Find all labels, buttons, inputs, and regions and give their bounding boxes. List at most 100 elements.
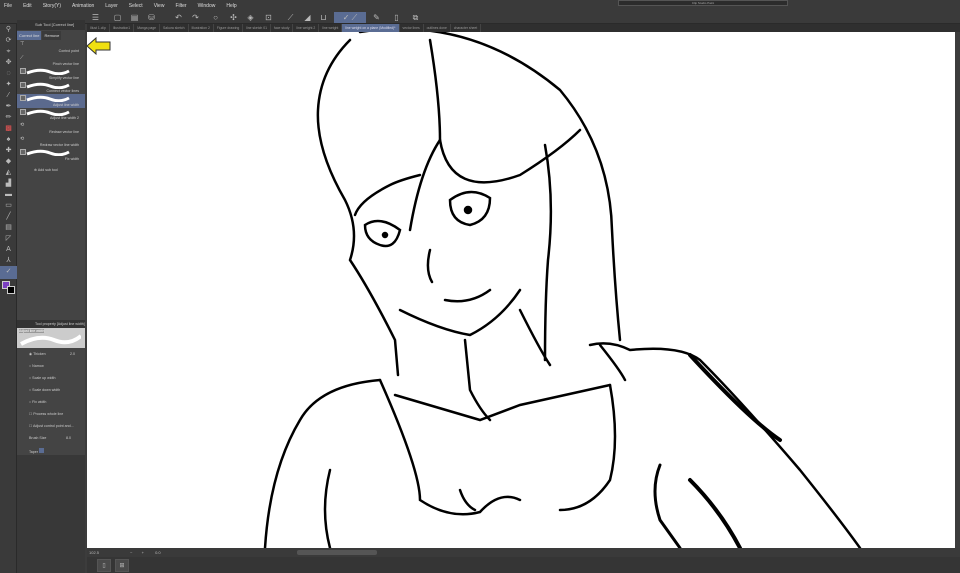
zoom-tool-icon[interactable]: ⚲: [0, 24, 17, 35]
doc-tab[interactable]: face study: [271, 24, 294, 32]
brush-size-field[interactable]: Brush Size 8.0: [17, 436, 85, 448]
doc-tab[interactable]: outlines done: [424, 24, 451, 32]
doc-tab[interactable]: Illust 1.clip: [87, 24, 110, 32]
doc-tab[interactable]: Figure drawing: [214, 24, 244, 32]
zoom-level[interactable]: 102.5: [89, 550, 99, 555]
deselect-icon[interactable]: ○: [210, 12, 221, 23]
subtool-group-correct-line[interactable]: Correct line: [17, 31, 42, 40]
layout-single-icon[interactable]: ▯: [97, 559, 111, 572]
menu-help[interactable]: Help: [226, 3, 236, 9]
ruler-tool-icon[interactable]: ╱: [0, 211, 17, 222]
subtool-item[interactable]: Connect vector lines: [17, 81, 85, 95]
zoom-out-button[interactable]: −: [130, 550, 132, 555]
subtool-item[interactable]: Fix width: [17, 148, 85, 162]
subtool-item[interactable]: ⟋ Pinch vector line: [17, 54, 85, 68]
doc-tab[interactable]: line weight 2: [293, 24, 320, 32]
menu-bar: File Edit Story(Y) Animation Layer Selec…: [0, 0, 960, 11]
pencil-tool-icon[interactable]: ✏: [0, 112, 17, 123]
menu-icon[interactable]: ☰: [90, 12, 101, 23]
option-scale-down[interactable]: ○ Scale down width: [17, 388, 85, 400]
subtool-item-active[interactable]: Adjust line width: [17, 94, 85, 108]
menu-filter[interactable]: Filter: [175, 3, 186, 9]
doc-tab[interactable]: line sketch 01: [243, 24, 271, 32]
operation-tool-icon[interactable]: ⌖: [0, 46, 17, 57]
drawing-canvas[interactable]: [87, 27, 955, 550]
device-icon[interactable]: ▯: [391, 12, 402, 23]
add-subtool-button[interactable]: ⊕ Add sub tool: [17, 162, 85, 172]
subtool-item[interactable]: ⟲ Redraw vector line width: [17, 135, 85, 149]
menu-select[interactable]: Select: [129, 3, 143, 9]
subtool-item[interactable]: ⟲ Redraw vector line: [17, 121, 85, 135]
process-whole-line-checkbox[interactable]: ☐ Process whole line: [17, 412, 85, 424]
auto-select-icon[interactable]: ✦: [0, 79, 17, 90]
option-narrow[interactable]: ○ Narrow: [17, 364, 85, 376]
menu-layer[interactable]: Layer: [105, 3, 118, 9]
menu-edit[interactable]: Edit: [23, 3, 32, 9]
menu-window[interactable]: Window: [198, 3, 216, 9]
document-tabs: Illust 1.clip Illustration1 Manga page S…: [87, 24, 960, 32]
rotate-tool-icon[interactable]: ⟳: [0, 35, 17, 46]
frame-icon[interactable]: ▤: [0, 222, 17, 233]
subtool-item[interactable]: Adjust line width 2: [17, 108, 85, 122]
snap-icon[interactable]: ◢: [302, 12, 313, 23]
menu-animation[interactable]: Animation: [72, 3, 94, 9]
option-thicken[interactable]: ◉ Thicken 2.0: [17, 352, 85, 364]
settings-icon[interactable]: ⧉: [410, 12, 421, 23]
open-icon[interactable]: ▤: [129, 12, 140, 23]
doc-tab[interactable]: character sheet: [451, 24, 482, 32]
menu-view[interactable]: View: [154, 3, 165, 9]
menu-story[interactable]: Story(Y): [43, 3, 61, 9]
decoration-icon[interactable]: ✚: [0, 145, 17, 156]
airbrush-icon[interactable]: ♠: [0, 134, 17, 145]
rotation-angle[interactable]: 0.0: [155, 550, 161, 555]
command-bar: ☰ ▢ ▤ ⛁ ↶ ↷ ○ ✣ ◈ ⊡ ⟋ ◢ ⊔ ✓ ⟋ ✎ ▯ ⧉: [0, 11, 960, 24]
ruler-icon[interactable]: ⟋: [285, 12, 296, 23]
pen-tool-icon[interactable]: ✒: [0, 101, 17, 112]
fill-icon[interactable]: ◈: [245, 12, 256, 23]
figure-icon[interactable]: ▭: [0, 200, 17, 211]
option-scale-up[interactable]: ○ Scale up width: [17, 376, 85, 388]
snap-ruler-toggle[interactable]: ✓ ⟋: [334, 12, 366, 23]
blend-icon[interactable]: ◭: [0, 167, 17, 178]
tool-palette: ⚲ ⟳ ⌖ ✥ ◌ ✦ ⁄ ✒ ✏ ▩ ♠ ✚ ◆ ◭ ▟ ▬ ▭ ╱ ▤ ◸ …: [0, 24, 17, 573]
brush-tool-icon[interactable]: ▩: [0, 123, 17, 134]
doc-tab-active[interactable]: line weight on a plane (Modified)*: [342, 24, 400, 32]
fill-tool-icon[interactable]: ▟: [0, 178, 17, 189]
eyedropper-icon[interactable]: ⁄: [0, 90, 17, 101]
color-swatches[interactable]: [0, 279, 16, 299]
sub-color-swatch[interactable]: [7, 286, 15, 294]
lasso-tool-icon[interactable]: ◌: [0, 68, 17, 79]
subtool-item[interactable]: ⊤ Control point: [17, 40, 85, 54]
transform-icon[interactable]: ⊡: [263, 12, 274, 23]
pen-pressure-icon[interactable]: ✎: [371, 12, 382, 23]
pointer-arrow-icon: [86, 37, 111, 55]
correct-line-tool-icon[interactable]: ✓: [0, 266, 17, 279]
status-bar: 102.5 − + 0.0: [87, 548, 960, 557]
doc-tab[interactable]: vector lines: [400, 24, 424, 32]
gradient-icon[interactable]: ▬: [0, 189, 17, 200]
balloon-icon[interactable]: ◸: [0, 233, 17, 244]
eraser-icon[interactable]: ◆: [0, 156, 17, 167]
doc-tab[interactable]: Manga page: [134, 24, 161, 32]
option-fix-width[interactable]: ○ Fix width: [17, 400, 85, 412]
redo-icon[interactable]: ↷: [190, 12, 201, 23]
line-correction-icon[interactable]: ⅄: [0, 255, 17, 266]
zoom-in-button[interactable]: +: [142, 550, 144, 555]
undo-icon[interactable]: ↶: [173, 12, 184, 23]
text-tool-icon[interactable]: A: [0, 244, 17, 255]
doc-tab[interactable]: Illustration 2: [189, 24, 214, 32]
doc-tab[interactable]: Illustration1: [110, 24, 135, 32]
save-icon[interactable]: ⛁: [146, 12, 157, 23]
new-icon[interactable]: ▢: [112, 12, 123, 23]
doc-tab[interactable]: Sakura sketch: [160, 24, 189, 32]
horizontal-scrollbar[interactable]: [297, 550, 377, 555]
adjust-control-points-checkbox[interactable]: ☐ Adjust control point and...: [17, 424, 85, 436]
snap-grid-icon[interactable]: ⊔: [318, 12, 329, 23]
subtool-item[interactable]: Simplify vector line: [17, 67, 85, 81]
layout-grid-icon[interactable]: ⊞: [115, 559, 129, 572]
doc-tab[interactable]: line weight: [319, 24, 343, 32]
move-tool-icon[interactable]: ✥: [0, 57, 17, 68]
menu-file[interactable]: File: [4, 3, 12, 9]
clear-icon[interactable]: ✣: [228, 12, 239, 23]
subtool-group-remove[interactable]: Remove: [42, 31, 62, 40]
